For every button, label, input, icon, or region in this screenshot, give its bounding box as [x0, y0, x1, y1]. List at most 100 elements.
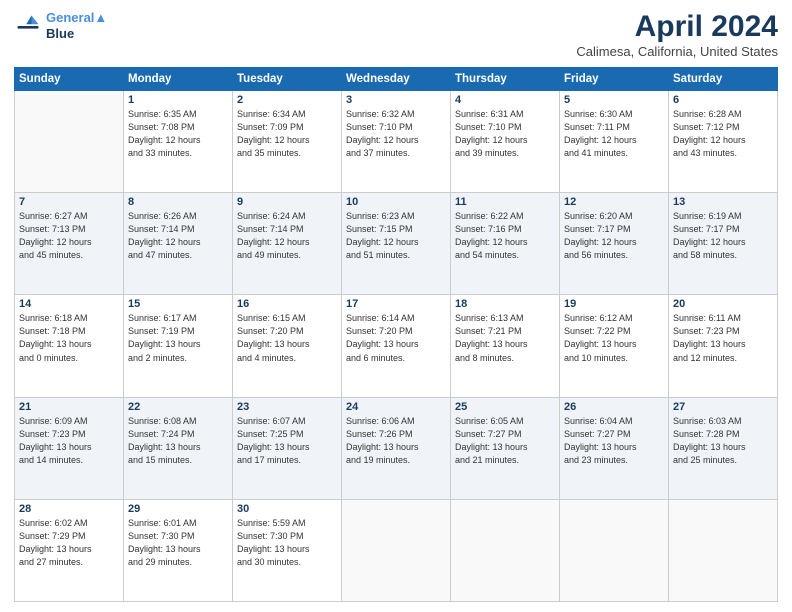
day-number: 3 [346, 94, 446, 106]
calendar-cell: 12Sunrise: 6:20 AM Sunset: 7:17 PM Dayli… [560, 193, 669, 295]
calendar-cell: 23 Sunrise: 6:07 AM Sunset: 7:25 PM Dayli… [233, 397, 342, 499]
day-number: 2 [237, 94, 337, 106]
day-number: 17 [346, 298, 446, 310]
day-number: 23 [237, 401, 337, 413]
day-info: Sunrise: 6:12 AM Sunset: 7:22 PM Dayligh… [564, 312, 664, 364]
day-info: Sunrise: 6:03 AM Sunset: 7:28 PM Dayligh… [673, 415, 773, 467]
day-number: 24 [346, 401, 446, 413]
day-number: 9 [237, 196, 337, 208]
calendar-cell: 11 Sunrise: 6:22 AM Sunset: 7:16 PM Dayli… [451, 193, 560, 295]
day-number: 10 [346, 196, 446, 208]
day-info: Sunrise: 6:13 AM Sunset: 7:21 PM Dayligh… [455, 312, 555, 364]
day-number: 27 [673, 401, 773, 413]
main-title: April 2024 [576, 10, 778, 44]
calendar-cell: 14 Sunrise: 6:18 AM Sunset: 7:18 PM Dayli… [15, 295, 124, 397]
day-info: Sunrise: 6:22 AM Sunset: 7:16 PM Dayligh… [455, 210, 555, 262]
calendar-cell: 7 Sunrise: 6:27 AM Sunset: 7:13 PM Daylig… [15, 193, 124, 295]
day-number: 14 [19, 298, 119, 310]
calendar-cell: 21 Sunrise: 6:09 AM Sunset: 7:23 PM Dayli… [15, 397, 124, 499]
logo-icon-text: ▲ [94, 10, 107, 25]
day-number: 7 [19, 196, 119, 208]
calendar-cell: 29Sunrise: 6:01 AM Sunset: 7:30 PM Dayli… [124, 499, 233, 601]
day-info: Sunrise: 6:34 AM Sunset: 7:09 PM Dayligh… [237, 108, 337, 160]
logo-icon [14, 12, 42, 40]
calendar-cell: 28 Sunrise: 6:02 AM Sunset: 7:29 PM Dayli… [15, 499, 124, 601]
calendar-cell [560, 499, 669, 601]
calendar-cell: 30 Sunrise: 5:59 AM Sunset: 7:30 PM Dayli… [233, 499, 342, 601]
day-number: 18 [455, 298, 555, 310]
col-header-monday: Monday [124, 68, 233, 91]
logo-line1: General [46, 10, 94, 25]
day-number: 22 [128, 401, 228, 413]
calendar-cell: 8Sunrise: 6:26 AM Sunset: 7:14 PM Daylig… [124, 193, 233, 295]
subtitle: Calimesa, California, United States [576, 44, 778, 59]
day-number: 21 [19, 401, 119, 413]
calendar-cell: 20 Sunrise: 6:11 AM Sunset: 7:23 PM Dayli… [669, 295, 778, 397]
calendar-cell: 10Sunrise: 6:23 AM Sunset: 7:15 PM Dayli… [342, 193, 451, 295]
calendar-cell: 25 Sunrise: 6:05 AM Sunset: 7:27 PM Dayli… [451, 397, 560, 499]
day-number: 1 [128, 94, 228, 106]
day-number: 6 [673, 94, 773, 106]
calendar-cell: 1 Sunrise: 6:35 AM Sunset: 7:08 PM Daylig… [124, 91, 233, 193]
page: General▲ Blue April 2024 Calimesa, Calif… [0, 0, 792, 612]
day-number: 4 [455, 94, 555, 106]
calendar-cell: 13Sunrise: 6:19 AM Sunset: 7:17 PM Dayli… [669, 193, 778, 295]
calendar-cell: 4Sunrise: 6:31 AM Sunset: 7:10 PM Daylig… [451, 91, 560, 193]
calendar-cell: 2 Sunrise: 6:34 AM Sunset: 7:09 PM Daylig… [233, 91, 342, 193]
logo-line2: Blue [46, 26, 107, 42]
day-info: Sunrise: 5:59 AM Sunset: 7:30 PM Dayligh… [237, 517, 337, 569]
day-info: Sunrise: 6:09 AM Sunset: 7:23 PM Dayligh… [19, 415, 119, 467]
day-info: Sunrise: 6:06 AM Sunset: 7:26 PM Dayligh… [346, 415, 446, 467]
day-info: Sunrise: 6:30 AM Sunset: 7:11 PM Dayligh… [564, 108, 664, 160]
title-block: April 2024 Calimesa, California, United … [576, 10, 778, 59]
day-info: Sunrise: 6:28 AM Sunset: 7:12 PM Dayligh… [673, 108, 773, 160]
calendar-cell: 22Sunrise: 6:08 AM Sunset: 7:24 PM Dayli… [124, 397, 233, 499]
day-info: Sunrise: 6:14 AM Sunset: 7:20 PM Dayligh… [346, 312, 446, 364]
day-number: 5 [564, 94, 664, 106]
day-number: 12 [564, 196, 664, 208]
day-number: 16 [237, 298, 337, 310]
calendar-cell: 24 Sunrise: 6:06 AM Sunset: 7:26 PM Dayli… [342, 397, 451, 499]
day-info: Sunrise: 6:04 AM Sunset: 7:27 PM Dayligh… [564, 415, 664, 467]
calendar-cell: 17 Sunrise: 6:14 AM Sunset: 7:20 PM Dayli… [342, 295, 451, 397]
day-info: Sunrise: 6:18 AM Sunset: 7:18 PM Dayligh… [19, 312, 119, 364]
day-info: Sunrise: 6:15 AM Sunset: 7:20 PM Dayligh… [237, 312, 337, 364]
col-header-wednesday: Wednesday [342, 68, 451, 91]
day-number: 20 [673, 298, 773, 310]
day-info: Sunrise: 6:35 AM Sunset: 7:08 PM Dayligh… [128, 108, 228, 160]
day-info: Sunrise: 6:01 AM Sunset: 7:30 PM Dayligh… [128, 517, 228, 569]
col-header-saturday: Saturday [669, 68, 778, 91]
day-info: Sunrise: 6:32 AM Sunset: 7:10 PM Dayligh… [346, 108, 446, 160]
col-header-sunday: Sunday [15, 68, 124, 91]
calendar-cell [669, 499, 778, 601]
calendar-cell: 6 Sunrise: 6:28 AM Sunset: 7:12 PM Daylig… [669, 91, 778, 193]
calendar-cell: 5 Sunrise: 6:30 AM Sunset: 7:11 PM Daylig… [560, 91, 669, 193]
col-header-tuesday: Tuesday [233, 68, 342, 91]
day-info: Sunrise: 6:02 AM Sunset: 7:29 PM Dayligh… [19, 517, 119, 569]
header: General▲ Blue April 2024 Calimesa, Calif… [14, 10, 778, 59]
day-number: 11 [455, 196, 555, 208]
day-number: 26 [564, 401, 664, 413]
day-number: 28 [19, 503, 119, 515]
day-info: Sunrise: 6:26 AM Sunset: 7:14 PM Dayligh… [128, 210, 228, 262]
calendar-cell: 27 Sunrise: 6:03 AM Sunset: 7:28 PM Dayli… [669, 397, 778, 499]
day-number: 19 [564, 298, 664, 310]
day-number: 15 [128, 298, 228, 310]
day-number: 30 [237, 503, 337, 515]
calendar-cell: 26 Sunrise: 6:04 AM Sunset: 7:27 PM Dayli… [560, 397, 669, 499]
calendar-cell: 9 Sunrise: 6:24 AM Sunset: 7:14 PM Daylig… [233, 193, 342, 295]
calendar-cell: 16 Sunrise: 6:15 AM Sunset: 7:20 PM Dayli… [233, 295, 342, 397]
day-info: Sunrise: 6:27 AM Sunset: 7:13 PM Dayligh… [19, 210, 119, 262]
day-info: Sunrise: 6:11 AM Sunset: 7:23 PM Dayligh… [673, 312, 773, 364]
logo: General▲ Blue [14, 10, 107, 41]
calendar-cell [451, 499, 560, 601]
calendar-cell [15, 91, 124, 193]
col-header-friday: Friday [560, 68, 669, 91]
logo-text: General▲ Blue [46, 10, 107, 41]
day-info: Sunrise: 6:17 AM Sunset: 7:19 PM Dayligh… [128, 312, 228, 364]
day-number: 25 [455, 401, 555, 413]
day-info: Sunrise: 6:24 AM Sunset: 7:14 PM Dayligh… [237, 210, 337, 262]
calendar-table: SundayMondayTuesdayWednesdayThursdayFrid… [14, 67, 778, 602]
day-info: Sunrise: 6:05 AM Sunset: 7:27 PM Dayligh… [455, 415, 555, 467]
day-info: Sunrise: 6:07 AM Sunset: 7:25 PM Dayligh… [237, 415, 337, 467]
